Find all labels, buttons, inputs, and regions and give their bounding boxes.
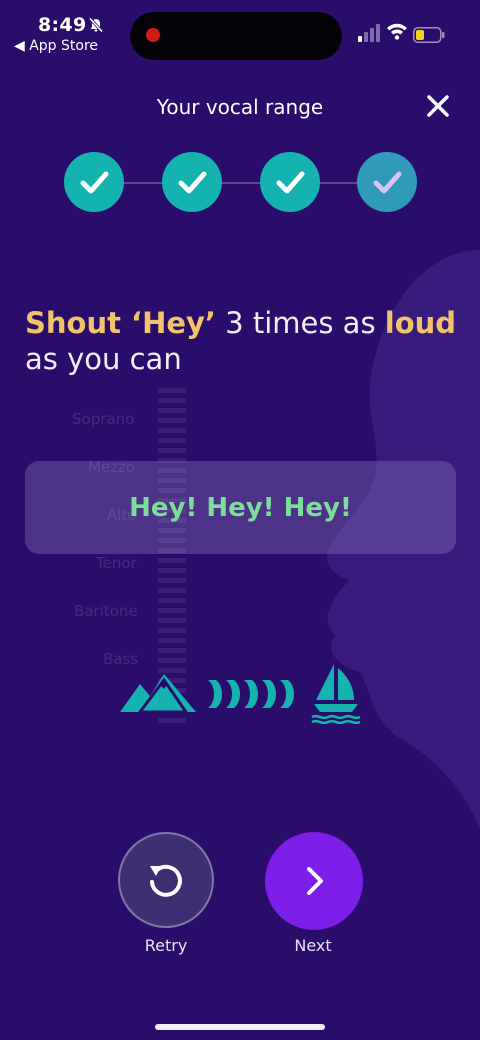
retry-label[interactable]: Retry — [116, 936, 216, 955]
cellular-signal-icon — [358, 24, 380, 42]
next-button[interactable] — [265, 832, 363, 930]
checkmark-icon — [373, 171, 402, 194]
scale-label-tenor: Tenor — [96, 554, 137, 572]
checkmark-icon — [276, 171, 305, 194]
progress-step-2 — [162, 152, 222, 212]
instruction-highlight-loud: loud — [384, 306, 457, 340]
sailboat-icon — [311, 664, 361, 724]
phrase-card: Hey! Hey! Hey! — [25, 461, 456, 554]
back-to-app-store-link[interactable]: ◀ App Store — [14, 38, 98, 54]
page-title: Your vocal range — [156, 95, 324, 119]
close-icon[interactable] — [424, 92, 452, 120]
progress-step-1 — [64, 152, 124, 212]
instruction-plain-2: as you can — [25, 342, 182, 376]
mountains-icon — [120, 674, 196, 714]
instruction-highlight-hey: Shout ‘Hey’ — [25, 306, 216, 340]
waves-icon — [208, 680, 294, 708]
scale-label-bass: Bass — [103, 650, 139, 668]
status-time: 8:49 — [38, 14, 87, 36]
chevron-right-icon — [307, 867, 323, 895]
progress-step-4 — [357, 152, 417, 212]
instruction-plain-1: 3 times as — [215, 306, 385, 340]
home-indicator[interactable] — [155, 1024, 325, 1030]
next-label[interactable]: Next — [263, 936, 363, 955]
retry-arrow-icon — [150, 864, 182, 897]
recording-indicator-icon — [146, 28, 160, 42]
instruction-text: Shout ‘Hey’ 3 times as loud as you can — [25, 305, 465, 377]
progress-step-3 — [260, 152, 320, 212]
scale-label-soprano: Soprano — [72, 410, 135, 428]
wifi-icon — [387, 23, 407, 40]
retry-button[interactable] — [118, 832, 214, 928]
scale-label-baritone: Baritone — [74, 602, 138, 620]
dynamic-island — [130, 12, 342, 60]
bell-muted-icon — [88, 17, 104, 33]
checkmark-icon — [80, 171, 109, 194]
battery-low-icon — [413, 27, 445, 43]
checkmark-icon — [178, 171, 207, 194]
phrase-text: Hey! Hey! Hey! — [129, 492, 352, 523]
